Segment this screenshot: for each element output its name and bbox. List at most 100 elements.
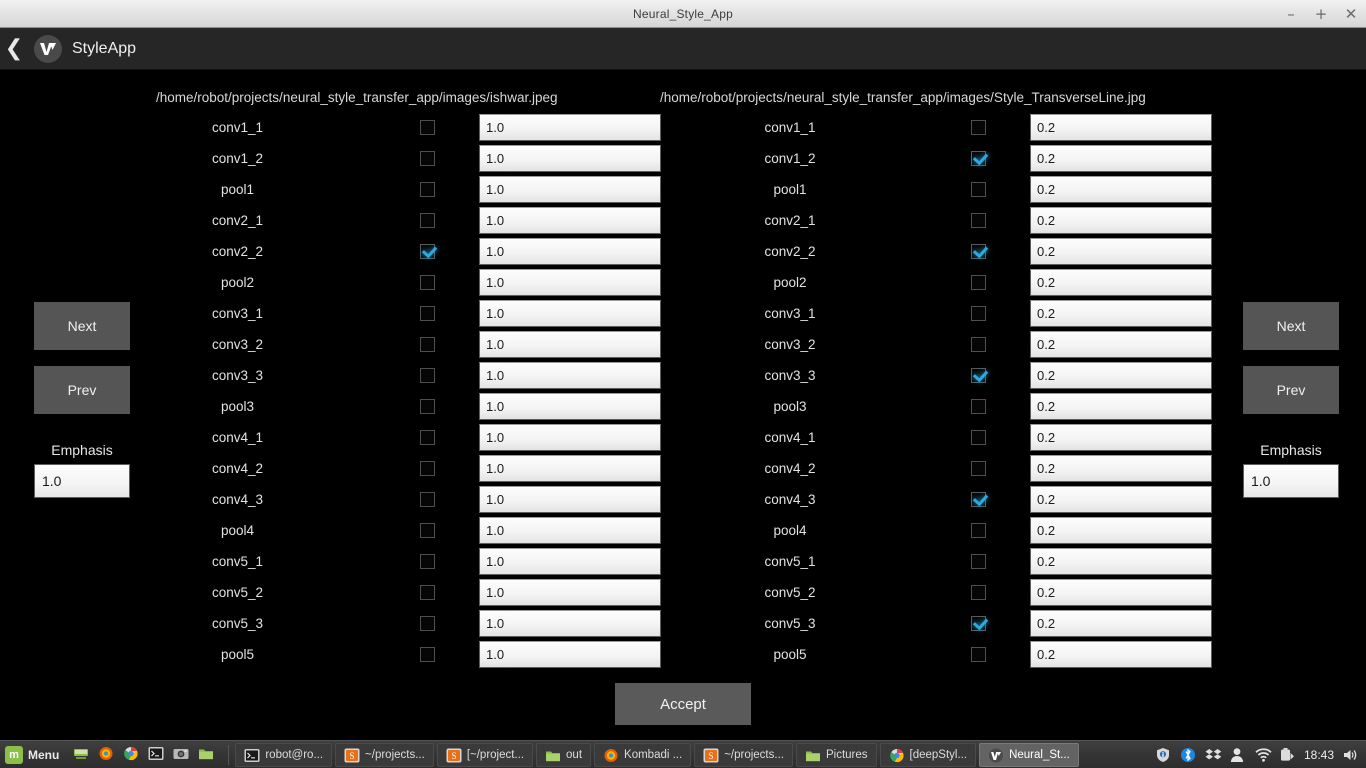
layer-weight-input[interactable] — [1030, 331, 1212, 358]
taskbar-window-button[interactable]: Pictures — [795, 742, 877, 767]
terminal-icon[interactable] — [148, 746, 168, 764]
layer-weight-input[interactable] — [1030, 207, 1212, 234]
layer-checkbox[interactable] — [970, 616, 986, 631]
layer-checkbox[interactable] — [419, 275, 435, 290]
layer-weight-input[interactable] — [479, 300, 661, 327]
layer-weight-input[interactable] — [1030, 455, 1212, 482]
layer-weight-input[interactable] — [479, 176, 661, 203]
layer-checkbox[interactable] — [419, 306, 435, 321]
layer-weight-input[interactable] — [1030, 548, 1212, 575]
layer-checkbox[interactable] — [419, 461, 435, 476]
layer-weight-input[interactable] — [479, 486, 661, 513]
layer-checkbox[interactable] — [419, 368, 435, 383]
style-next-button[interactable]: Next — [1243, 302, 1339, 350]
bluetooth-icon[interactable] — [1180, 747, 1196, 763]
layer-checkbox[interactable] — [419, 120, 435, 135]
layer-weight-input[interactable] — [479, 610, 661, 637]
layer-weight-input[interactable] — [1030, 300, 1212, 327]
layer-weight-input[interactable] — [1030, 579, 1212, 606]
layer-checkbox[interactable] — [970, 554, 986, 569]
layer-checkbox[interactable] — [970, 368, 986, 383]
layer-weight-input[interactable] — [479, 455, 661, 482]
layer-checkbox[interactable] — [970, 244, 986, 259]
shield-icon[interactable] — [1155, 747, 1171, 763]
style-emphasis-input[interactable] — [1243, 464, 1339, 498]
camera-icon[interactable] — [173, 746, 193, 764]
layer-checkbox[interactable] — [970, 337, 986, 352]
style-prev-button[interactable]: Prev — [1243, 366, 1339, 414]
show-desktop-icon[interactable] — [73, 746, 93, 764]
close-icon[interactable]: ✕ — [1344, 6, 1358, 22]
minimize-icon[interactable]: – — [1284, 6, 1298, 22]
back-icon[interactable]: ❮ — [4, 37, 24, 60]
taskbar-window-button[interactable]: Kombadi ... — [594, 742, 692, 767]
layer-weight-input[interactable] — [1030, 641, 1212, 668]
layer-checkbox[interactable] — [419, 554, 435, 569]
layer-checkbox[interactable] — [970, 399, 986, 414]
user-icon[interactable] — [1230, 747, 1246, 763]
layer-checkbox[interactable] — [419, 213, 435, 228]
layer-checkbox[interactable] — [419, 430, 435, 445]
taskbar-window-button[interactable]: S [~/project... — [436, 742, 534, 767]
taskbar-window-button[interactable]: [deepStyl... — [879, 742, 977, 767]
layer-weight-input[interactable] — [479, 331, 661, 358]
layer-checkbox[interactable] — [970, 275, 986, 290]
layer-weight-input[interactable] — [1030, 145, 1212, 172]
layer-weight-input[interactable] — [1030, 424, 1212, 451]
taskbar-window-button[interactable]: out — [536, 742, 592, 767]
layer-weight-input[interactable] — [1030, 517, 1212, 544]
layer-weight-input[interactable] — [479, 424, 661, 451]
battery-icon[interactable] — [1280, 747, 1296, 763]
layer-checkbox[interactable] — [419, 337, 435, 352]
layer-checkbox[interactable] — [419, 151, 435, 166]
layer-weight-input[interactable] — [479, 114, 661, 141]
layer-weight-input[interactable] — [1030, 238, 1212, 265]
layer-checkbox[interactable] — [419, 647, 435, 662]
layer-weight-input[interactable] — [1030, 393, 1212, 420]
layer-checkbox[interactable] — [970, 182, 986, 197]
layer-checkbox[interactable] — [970, 492, 986, 507]
dropbox-icon[interactable] — [1205, 747, 1222, 763]
layer-checkbox[interactable] — [970, 647, 986, 662]
content-next-button[interactable]: Next — [34, 302, 130, 350]
layer-checkbox[interactable] — [970, 523, 986, 538]
layer-weight-input[interactable] — [479, 145, 661, 172]
chrome-icon[interactable] — [123, 746, 143, 764]
content-emphasis-input[interactable] — [34, 464, 130, 498]
layer-checkbox[interactable] — [970, 151, 986, 166]
start-menu-button[interactable]: m Menu — [0, 742, 67, 768]
layer-weight-input[interactable] — [479, 393, 661, 420]
layer-checkbox[interactable] — [970, 213, 986, 228]
layer-weight-input[interactable] — [479, 548, 661, 575]
file-manager-icon[interactable] — [198, 746, 218, 764]
layer-checkbox[interactable] — [970, 585, 986, 600]
taskbar-window-button[interactable]: S ~/projects... — [335, 742, 434, 767]
layer-weight-input[interactable] — [1030, 362, 1212, 389]
wifi-icon[interactable] — [1255, 747, 1272, 763]
layer-weight-input[interactable] — [1030, 486, 1212, 513]
clock[interactable]: 18:43 — [1304, 748, 1334, 762]
layer-weight-input[interactable] — [1030, 176, 1212, 203]
volume-icon[interactable] — [1342, 747, 1358, 763]
layer-weight-input[interactable] — [479, 579, 661, 606]
layer-weight-input[interactable] — [479, 207, 661, 234]
layer-checkbox[interactable] — [419, 182, 435, 197]
layer-weight-input[interactable] — [479, 641, 661, 668]
layer-checkbox[interactable] — [970, 430, 986, 445]
layer-checkbox[interactable] — [419, 244, 435, 259]
accept-button[interactable]: Accept — [615, 683, 751, 725]
layer-weight-input[interactable] — [1030, 610, 1212, 637]
layer-checkbox[interactable] — [970, 120, 986, 135]
layer-checkbox[interactable] — [419, 523, 435, 538]
firefox-icon[interactable] — [98, 746, 118, 764]
layer-weight-input[interactable] — [1030, 269, 1212, 296]
taskbar-window-button[interactable]: robot@ro... — [235, 742, 333, 767]
layer-checkbox[interactable] — [419, 399, 435, 414]
maximize-icon[interactable]: + — [1314, 6, 1328, 22]
layer-weight-input[interactable] — [479, 517, 661, 544]
layer-checkbox[interactable] — [419, 585, 435, 600]
layer-checkbox[interactable] — [970, 461, 986, 476]
layer-checkbox[interactable] — [419, 492, 435, 507]
layer-checkbox[interactable] — [419, 616, 435, 631]
layer-weight-input[interactable] — [1030, 114, 1212, 141]
